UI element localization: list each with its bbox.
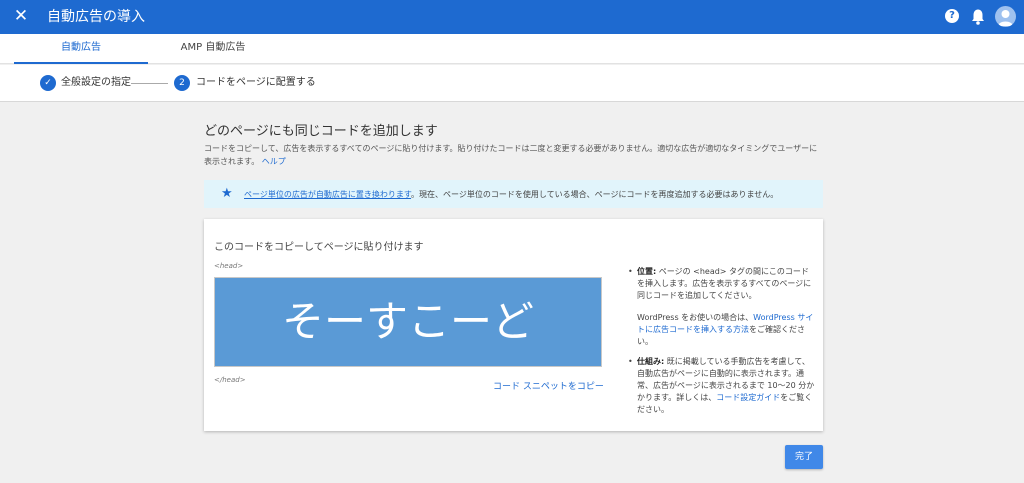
note-location-label: 位置: [637,267,657,276]
code-snippet-text: そーすこーど [281,297,534,346]
note-mechanism-label: 仕組み: [637,357,665,366]
notifications-icon[interactable] [970,8,986,26]
star-icon: ★ [221,186,233,201]
info-banner: ★ ページ単位の広告が自動広告に置き換わります。現在、ページ単位のコードを使用し… [204,180,823,208]
note-wordpress: WordPress をお使いの場合は、WordPress サイトに広告コードを挿… [637,312,816,348]
note-location-text: ページの <head> タグの間にこのコードを挿入します。広告を表示するすべての… [637,267,812,300]
check-icon: ✓ [40,75,56,91]
step-connector [131,83,168,84]
stepper: ✓ 全般設定の指定 2 コードをページに配置する [0,65,1024,102]
account-avatar[interactable] [995,6,1016,27]
note-location: • 位置: ページの <head> タグの間にこのコードを挿入します。広告を表示… [628,266,816,348]
wordpress-prefix: WordPress をお使いの場合は、 [637,313,754,322]
description-text-2: 表示されます。 [204,157,260,166]
head-open-tag: <head> [214,262,244,270]
tab-amp-auto-ads[interactable]: AMP 自動広告 [148,34,278,64]
help-link[interactable]: ヘルプ [262,157,286,166]
note-mechanism: • 仕組み: 既に掲載している手動広告を考慮して、自動広告がページに自動的に表示… [628,357,815,414]
help-icon[interactable]: ? [945,9,959,23]
banner-text: ページ単位の広告が自動広告に置き換わります。現在、ページ単位のコードを使用してい… [244,189,778,200]
step-number: 2 [174,75,190,91]
card-title: このコードをコピーしてページに貼り付けます [214,242,424,253]
section-heading: どのページにも同じコードを追加します [204,124,438,139]
banner-body: 。現在、ページ単位のコードを使用している場合、ページにコードを再度追加する必要は… [411,190,779,199]
copy-snippet-button[interactable]: コード スニペットをコピー [493,379,604,392]
app-header: ✕ 自動広告の導入 ? [0,0,1024,34]
description-text-1: コードをコピーして、広告を表示するすべてのページに貼り付けます。貼り付けたコード… [204,144,818,153]
done-button[interactable]: 完了 [785,445,823,469]
step-label-place-code: コードをページに配置する [196,77,316,88]
tab-auto-ads[interactable]: 自動広告 [14,34,148,64]
close-icon[interactable]: ✕ [12,7,30,25]
section-description: コードをコピーして、広告を表示するすべてのページに貼り付けます。貼り付けたコード… [204,142,824,168]
guide-link[interactable]: コード設定ガイド [716,393,780,402]
page-title: 自動広告の導入 [47,9,145,25]
banner-link[interactable]: ページ単位の広告が自動広告に置き換わります [244,190,411,199]
step-label-general-settings: 全般設定の指定 [61,77,131,88]
tab-bar: 自動広告 AMP 自動広告 [0,34,1024,64]
instructions: • 位置: ページの <head> タグの間にこのコードを挿入します。広告を表示… [628,266,816,424]
code-snippet-box[interactable]: そーすこーど [214,277,602,367]
code-card: このコードをコピーしてページに貼り付けます <head> そーすこーど </he… [204,219,823,431]
head-close-tag: </head> [214,376,246,384]
